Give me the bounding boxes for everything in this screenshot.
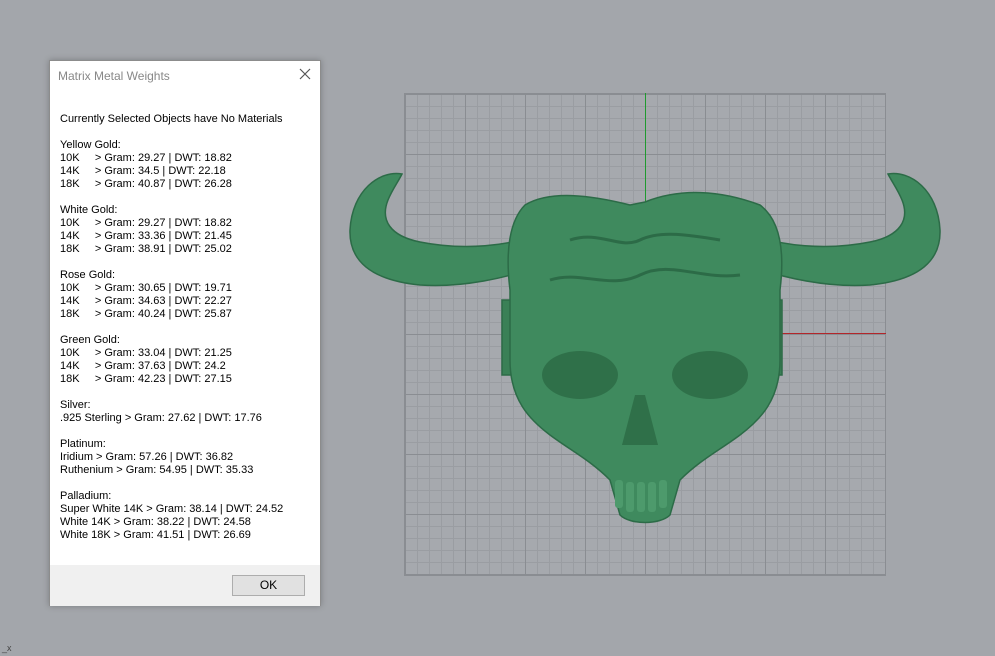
weight-row: 18K > Gram: 40.24 | DWT: 25.87 xyxy=(60,308,232,320)
group-heading: Palladium: xyxy=(60,490,112,502)
close-icon[interactable] xyxy=(297,66,313,82)
group-rose-gold: Rose Gold: 10K > Gram: 30.65 | DWT: 19.7… xyxy=(60,269,315,321)
weight-row: 10K > Gram: 29.27 | DWT: 18.82 xyxy=(60,152,232,164)
corner-label: _x xyxy=(2,643,12,653)
ok-button[interactable]: OK xyxy=(232,575,305,596)
weight-row: 14K > Gram: 33.36 | DWT: 21.45 xyxy=(60,230,232,242)
group-heading: Silver: xyxy=(60,399,91,411)
group-heading: Platinum: xyxy=(60,438,106,450)
weight-row: 18K > Gram: 40.87 | DWT: 26.28 xyxy=(60,178,232,190)
weight-row: 14K > Gram: 34.5 | DWT: 22.18 xyxy=(60,165,226,177)
weight-row: Iridium > Gram: 57.26 | DWT: 36.82 xyxy=(60,451,234,463)
weight-row: 14K > Gram: 37.63 | DWT: 24.2 xyxy=(60,360,226,372)
weight-row: 10K > Gram: 33.04 | DWT: 21.25 xyxy=(60,347,232,359)
group-platinum: Platinum: Iridium > Gram: 57.26 | DWT: 3… xyxy=(60,438,315,477)
weight-row: White 18K > Gram: 41.51 | DWT: 26.69 xyxy=(60,529,251,541)
group-white-gold: White Gold: 10K > Gram: 29.27 | DWT: 18.… xyxy=(60,204,315,256)
weight-row: 10K > Gram: 30.65 | DWT: 19.71 xyxy=(60,282,232,294)
group-heading: White Gold: xyxy=(60,204,118,216)
weight-row: 18K > Gram: 42.23 | DWT: 27.15 xyxy=(60,373,232,385)
group-heading: Yellow Gold: xyxy=(60,139,121,151)
weight-row: 14K > Gram: 34.63 | DWT: 22.27 xyxy=(60,295,232,307)
dialog-title: Matrix Metal Weights xyxy=(58,69,170,83)
group-heading: Green Gold: xyxy=(60,334,120,346)
dialog-titlebar[interactable]: Matrix Metal Weights xyxy=(50,61,320,91)
weight-row: Ruthenium > Gram: 54.95 | DWT: 35.33 xyxy=(60,464,254,476)
group-yellow-gold: Yellow Gold: 10K > Gram: 29.27 | DWT: 18… xyxy=(60,139,315,191)
group-green-gold: Green Gold: 10K > Gram: 33.04 | DWT: 21.… xyxy=(60,334,315,386)
weight-row: White 14K > Gram: 38.22 | DWT: 24.58 xyxy=(60,516,251,528)
metal-weights-dialog: Matrix Metal Weights Currently Selected … xyxy=(49,60,321,606)
skull-ring-model[interactable] xyxy=(340,160,950,540)
group-silver: Silver: .925 Sterling > Gram: 27.62 | DW… xyxy=(60,399,315,425)
dialog-content: Currently Selected Objects have No Mater… xyxy=(60,113,315,542)
weight-row: 18K > Gram: 38.91 | DWT: 25.02 xyxy=(60,243,232,255)
weight-row: .925 Sterling > Gram: 27.62 | DWT: 17.76 xyxy=(60,412,262,424)
no-materials-message: Currently Selected Objects have No Mater… xyxy=(60,113,283,125)
group-palladium: Palladium: Super White 14K > Gram: 38.14… xyxy=(60,490,315,542)
dialog-footer: OK xyxy=(50,565,320,606)
weight-row: 10K > Gram: 29.27 | DWT: 18.82 xyxy=(60,217,232,229)
weight-row: Super White 14K > Gram: 38.14 | DWT: 24.… xyxy=(60,503,284,515)
group-heading: Rose Gold: xyxy=(60,269,116,281)
